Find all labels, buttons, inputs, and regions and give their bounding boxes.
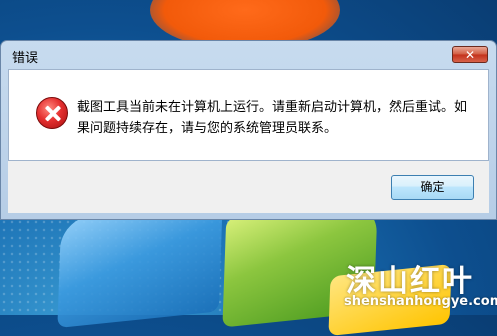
- dialog-title: 错误: [12, 51, 39, 66]
- close-icon: ✕: [464, 48, 476, 62]
- close-button[interactable]: ✕: [452, 46, 488, 63]
- error-message: 截图工具当前未在计算机上运行。请重新启动计算机，然后重试。如果问题持续存在，请与…: [77, 100, 468, 136]
- error-icon: [36, 97, 68, 129]
- ok-button[interactable]: 确定: [391, 175, 474, 200]
- watermark-url: shenshanhongye.com: [344, 294, 497, 309]
- dialog-content: 截图工具当前未在计算机上运行。请重新启动计算机，然后重试。如果问题持续存在，请与…: [8, 69, 489, 161]
- wallpaper-blue-shape: [57, 201, 223, 329]
- dialog-titlebar[interactable]: 错误 ✕: [1, 41, 496, 69]
